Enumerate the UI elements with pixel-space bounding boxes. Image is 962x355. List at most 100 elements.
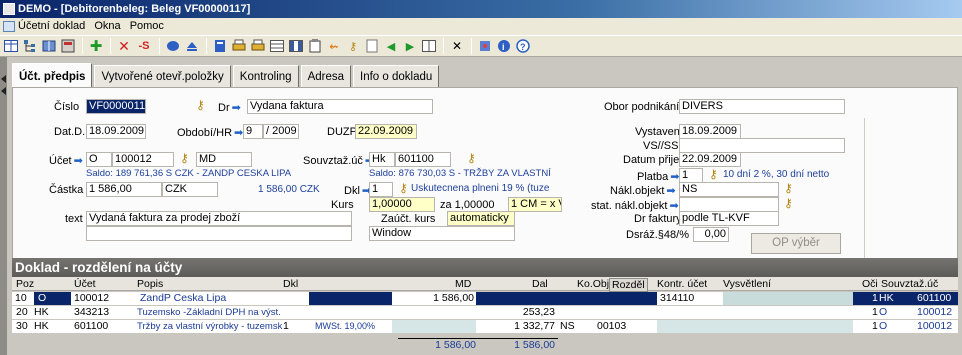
arrow-icon[interactable]: ➡ bbox=[234, 126, 243, 139]
col-rozdel[interactable]: Rozděl bbox=[609, 278, 648, 292]
ucet-type-field[interactable]: O bbox=[86, 152, 112, 167]
ucet-number-field[interactable]: 100012 bbox=[112, 152, 174, 167]
info-icon[interactable]: i bbox=[496, 38, 512, 54]
book-icon[interactable] bbox=[41, 38, 57, 54]
printer-icon[interactable] bbox=[231, 38, 247, 54]
obdobi-month-field[interactable]: 9 bbox=[243, 124, 263, 139]
dr-field[interactable]: Vydana faktura bbox=[247, 99, 433, 114]
col-dkl[interactable]: Dkl bbox=[283, 278, 298, 290]
platba-text: 10 dní 2 %, 30 dní netto bbox=[723, 169, 830, 180]
key-icon[interactable]: ⚷ bbox=[345, 38, 361, 54]
col-vysvetleni[interactable]: Vysvětlení bbox=[723, 278, 771, 290]
castka-currency-field[interactable]: CZK bbox=[162, 182, 218, 197]
tab-uct-predpis[interactable]: Účt. předpis bbox=[12, 63, 93, 87]
tab-adresa[interactable]: Adresa bbox=[300, 65, 352, 87]
key-icon[interactable]: ⚷ bbox=[196, 98, 205, 112]
kurs-za-label: za 1,00000 bbox=[440, 199, 495, 211]
souvzt-number-field[interactable]: 601100 bbox=[395, 152, 451, 167]
section-title: Doklad - rozdělení na účty bbox=[12, 258, 958, 277]
columns-icon[interactable] bbox=[288, 38, 304, 54]
platba-field[interactable]: 1 bbox=[679, 168, 703, 183]
key-icon[interactable]: ⚷ bbox=[709, 167, 718, 181]
col-souvzt[interactable]: Souvztaž.úč bbox=[881, 278, 938, 290]
arrow-icon[interactable]: ➡ bbox=[74, 154, 83, 167]
grid-icon[interactable] bbox=[3, 38, 19, 54]
menu-ucetni-doklad[interactable]: Účetní doklad bbox=[18, 20, 85, 32]
col-popis[interactable]: Popis bbox=[137, 278, 163, 290]
op-vyber-button[interactable]: OP výběr bbox=[751, 233, 841, 254]
table-row[interactable]: 30 HK 601100 Tržby za vlastní výrobky - … bbox=[12, 320, 958, 333]
document-icon[interactable] bbox=[3, 21, 15, 32]
text-field-2[interactable] bbox=[86, 226, 352, 241]
col-md[interactable]: MD bbox=[455, 278, 471, 290]
menu-okna[interactable]: Okna bbox=[94, 20, 120, 32]
key-icon[interactable]: ⚷ bbox=[784, 196, 793, 210]
help-icon[interactable]: ? bbox=[515, 38, 531, 54]
key-icon[interactable]: ⚷ bbox=[180, 151, 189, 165]
duzp-field[interactable]: 22.09.2009 bbox=[355, 124, 417, 139]
arrow-icon[interactable]: ➡ bbox=[666, 184, 675, 197]
tab-vytvorene-polozky[interactable]: Vytvořené otevř.položky bbox=[94, 65, 231, 87]
catalog-icon[interactable] bbox=[60, 38, 76, 54]
tab-info-o-dokladu[interactable]: Info o dokladu bbox=[353, 65, 440, 87]
sum-row: 1 586,00 1 586,00 bbox=[12, 338, 958, 352]
link-icon[interactable]: ⇜ bbox=[326, 38, 342, 54]
kurs-field[interactable]: 1,00000 bbox=[369, 197, 435, 212]
svg-text:i: i bbox=[502, 42, 505, 52]
text-field[interactable]: Vydaná faktura za prodej zboží bbox=[86, 211, 352, 226]
disk-icon[interactable] bbox=[165, 38, 181, 54]
vsss-field[interactable] bbox=[679, 138, 845, 153]
col-kontr-ucet[interactable]: Kontr. účet bbox=[657, 278, 707, 290]
obor-field[interactable]: DIVERS bbox=[679, 99, 845, 114]
window-field[interactable]: Window bbox=[369, 226, 515, 241]
col-oci[interactable]: Oči bbox=[862, 278, 878, 290]
key-icon[interactable]: ⚷ bbox=[467, 151, 476, 165]
close-icon[interactable]: ✕ bbox=[449, 38, 465, 54]
drfaktury-field[interactable]: podle TL-KVF bbox=[679, 211, 779, 226]
cislo-field[interactable]: VF00000117 bbox=[86, 99, 146, 114]
collapse-arrow-icon[interactable] bbox=[1, 87, 6, 95]
doc-icon[interactable] bbox=[212, 38, 228, 54]
eject-icon[interactable] bbox=[184, 38, 200, 54]
last-icon[interactable] bbox=[421, 38, 437, 54]
col-koobj[interactable]: Ko.Obj. bbox=[577, 278, 612, 290]
castka-field[interactable]: 1 586,00 bbox=[86, 182, 162, 197]
collapse-arrow-icon[interactable] bbox=[1, 75, 6, 83]
storno-icon[interactable]: -S bbox=[135, 38, 153, 54]
col-poz[interactable]: Poz bbox=[16, 278, 34, 290]
key-icon[interactable]: ⚷ bbox=[784, 181, 793, 195]
table-row[interactable]: 20 HK 343213 Tuzemsko -Základní DPH na v… bbox=[12, 306, 958, 319]
datd-field[interactable]: 18.09.2009 bbox=[86, 124, 146, 139]
arrow-icon[interactable]: ➡ bbox=[232, 101, 241, 114]
col-ucet[interactable]: Účet bbox=[74, 278, 96, 290]
table-row[interactable]: 10 O 100012 ZandP Ceska Lipa 1 586,00 31… bbox=[12, 292, 958, 305]
key-icon[interactable]: ⚷ bbox=[399, 181, 408, 195]
next-icon[interactable]: ▶ bbox=[402, 38, 418, 54]
delete-icon[interactable]: ✕ bbox=[116, 38, 132, 54]
menu-pomoc[interactable]: Pomoc bbox=[130, 20, 164, 32]
ucet-md-field[interactable]: MD bbox=[196, 152, 252, 167]
export-icon[interactable] bbox=[364, 38, 380, 54]
prev-icon[interactable]: ◀ bbox=[383, 38, 399, 54]
left-splitter[interactable] bbox=[0, 57, 7, 355]
obdobi-year-field[interactable]: / 2009 bbox=[263, 124, 299, 139]
statnakl-field[interactable] bbox=[679, 197, 779, 212]
add-icon[interactable]: ✚ bbox=[88, 38, 104, 55]
kurs-cm-field[interactable]: 1 CM = x VM bbox=[508, 197, 562, 212]
dsraz-field[interactable]: 0,00 bbox=[693, 227, 729, 242]
souvzt-type-field[interactable]: Hk bbox=[369, 152, 395, 167]
naklobj-field[interactable]: NS bbox=[679, 182, 779, 197]
clipboard-icon[interactable] bbox=[307, 38, 323, 54]
tree-icon[interactable] bbox=[22, 38, 38, 54]
arrow-icon[interactable]: ➡ bbox=[669, 199, 678, 212]
datprijeti-field[interactable]: 22.09.2009 bbox=[679, 152, 741, 167]
tab-kontroling[interactable]: Kontroling bbox=[232, 65, 299, 87]
col-dal[interactable]: Dal bbox=[532, 278, 548, 290]
vystaven-field[interactable]: 18.09.2009 bbox=[679, 124, 741, 139]
puzzle-icon[interactable] bbox=[477, 38, 493, 54]
zauct-field[interactable]: automaticky bbox=[447, 211, 515, 226]
printer2-icon[interactable] bbox=[250, 38, 266, 54]
window-titlebar: DEMO - [Debitorenbeleg: Beleg VF00000117… bbox=[0, 0, 962, 18]
table-icon[interactable] bbox=[269, 38, 285, 54]
dkl-field[interactable]: 1 bbox=[369, 182, 393, 197]
